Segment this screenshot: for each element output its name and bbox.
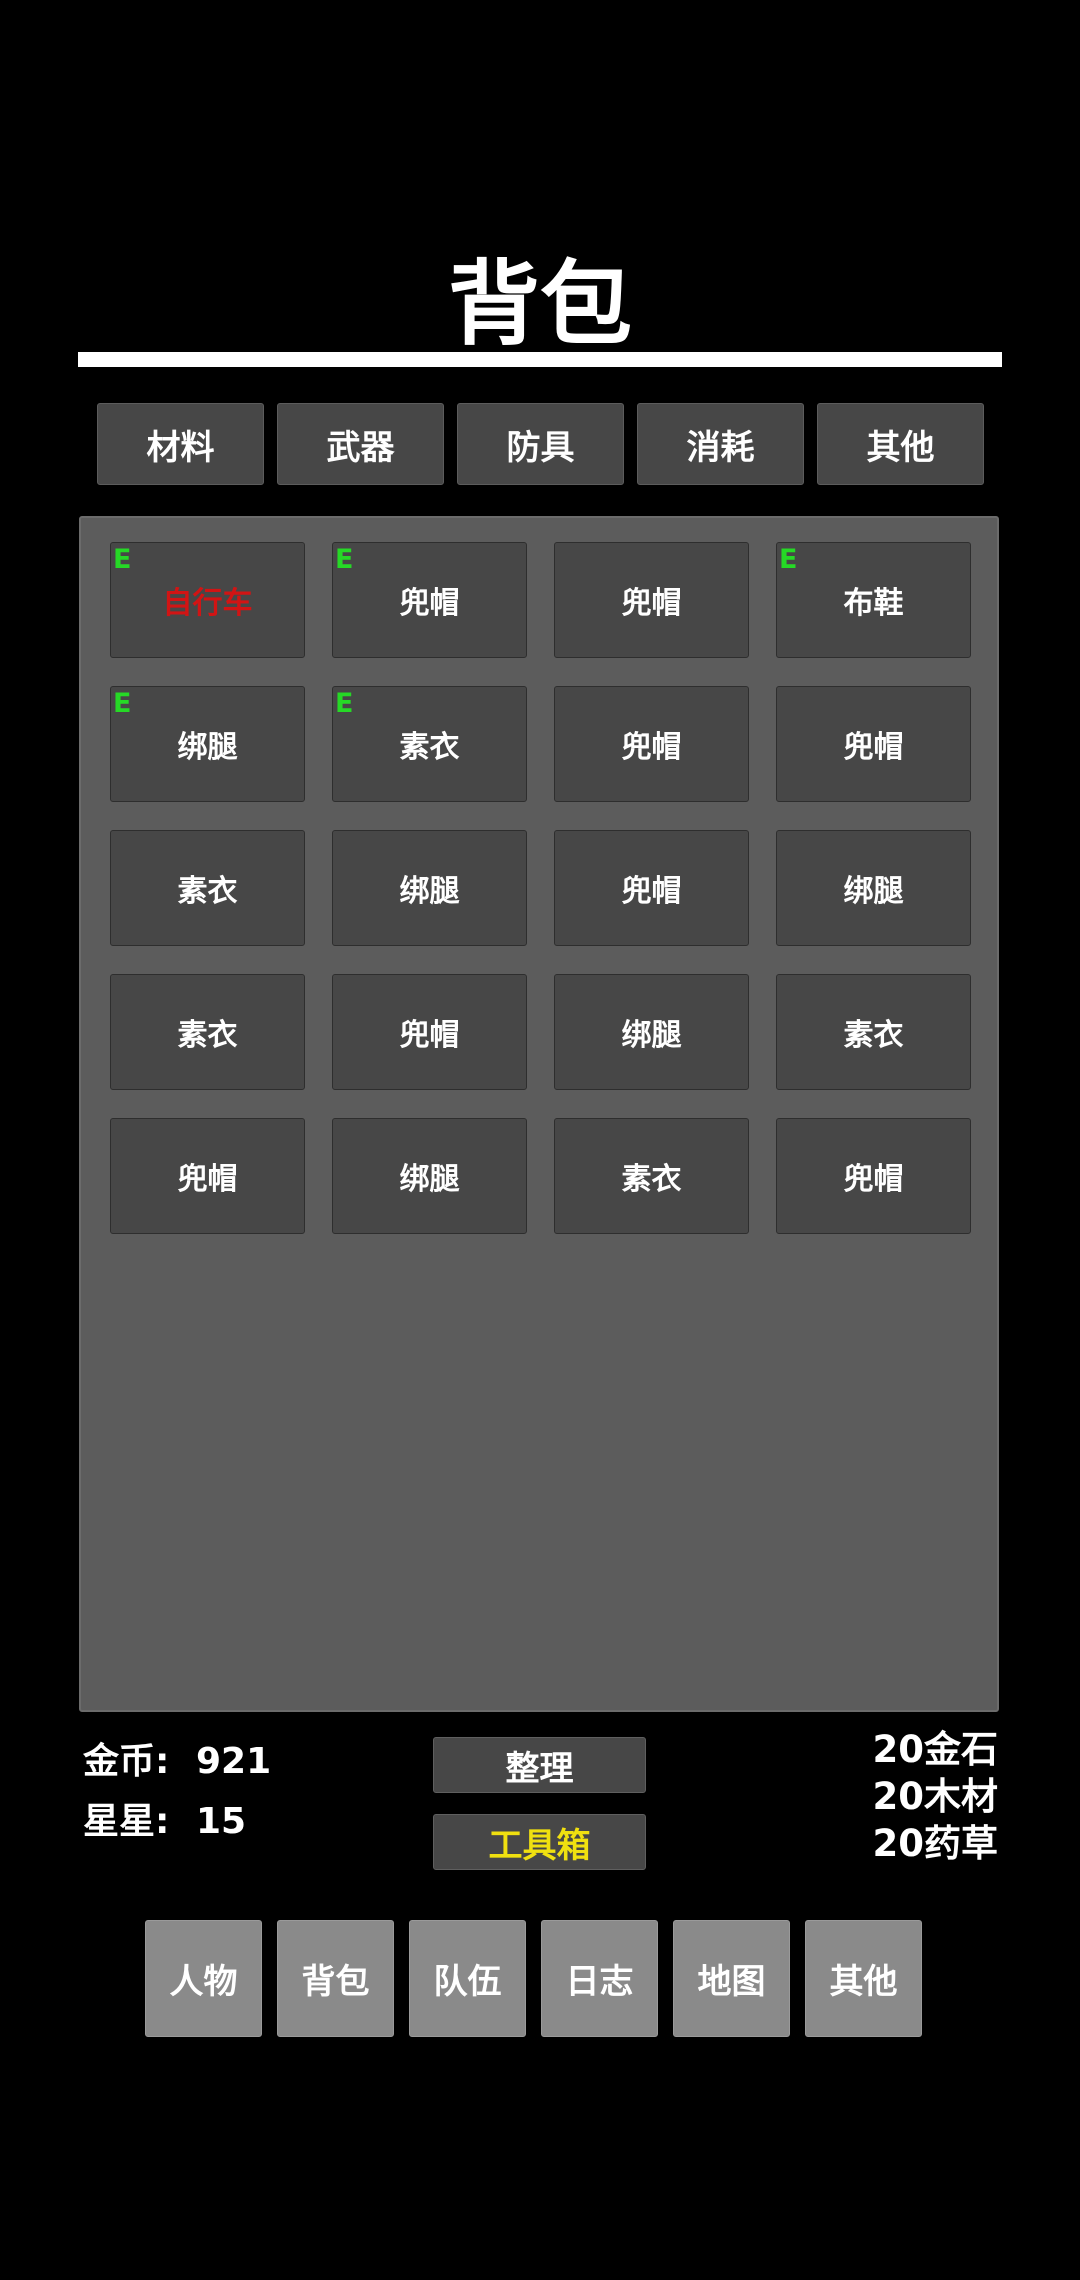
resource-gold-stone: 20金石 [872, 1728, 999, 1771]
nav-map[interactable]: 地图 [673, 1920, 790, 2037]
bottom-nav: 人物 背包 队伍 日志 地图 其他 [145, 1920, 935, 2038]
equipped-marker: E [113, 544, 132, 575]
inventory-slot[interactable]: E 绑腿 [110, 686, 305, 802]
item-name: 兜帽 [843, 1162, 904, 1197]
equipped-marker: E [335, 544, 354, 575]
inventory-panel: E 自行车 E 兜帽 兜帽 E 布鞋 E 绑腿 E 素衣 兜帽 兜帽 素衣 绑腿 兜帽 绑腿 素衣 兜帽 绑腿 素衣 兜帽… [79, 516, 999, 1712]
inventory-slot[interactable]: 绑腿 [776, 830, 971, 946]
item-name: 兜帽 [399, 586, 460, 621]
inventory-slot[interactable]: 素衣 [776, 974, 971, 1090]
item-name: 兜帽 [399, 1018, 460, 1053]
inventory-slot[interactable]: 兜帽 [554, 686, 749, 802]
inventory-slot[interactable]: 兜帽 [110, 1118, 305, 1234]
resource-wood: 20木材 [872, 1775, 999, 1818]
inventory-slot[interactable]: E 兜帽 [332, 542, 527, 658]
toolbox-button[interactable]: 工具箱 [433, 1814, 646, 1870]
inventory-slot[interactable]: 素衣 [110, 974, 305, 1090]
equipped-marker: E [335, 688, 354, 719]
inventory-slot[interactable]: 绑腿 [332, 1118, 527, 1234]
item-name: 素衣 [177, 874, 238, 909]
inventory-slot[interactable]: E 自行车 [110, 542, 305, 658]
stars-stat: 星星: 15 [83, 1792, 246, 1844]
tab-weapons[interactable]: 武器 [277, 403, 444, 485]
item-name: 自行车 [162, 586, 253, 621]
item-name: 绑腿 [843, 874, 904, 909]
nav-log[interactable]: 日志 [541, 1920, 658, 2037]
sort-button[interactable]: 整理 [433, 1737, 646, 1793]
item-name: 兜帽 [621, 730, 682, 765]
equipped-marker: E [113, 688, 132, 719]
inventory-slot[interactable]: E 布鞋 [776, 542, 971, 658]
item-name: 素衣 [177, 1018, 238, 1053]
item-name: 兜帽 [177, 1162, 238, 1197]
nav-backpack[interactable]: 背包 [277, 1920, 394, 2037]
item-name: 绑腿 [399, 1162, 460, 1197]
resource-list: 20金石 20木材 20药草 [873, 1726, 999, 1867]
inventory-slot[interactable]: 兜帽 [554, 830, 749, 946]
tab-materials[interactable]: 材料 [97, 403, 264, 485]
gold-stat: 金币: 921 [83, 1732, 271, 1784]
stars-label: 星星: [83, 1801, 170, 1842]
item-name: 兜帽 [621, 874, 682, 909]
tab-consumables[interactable]: 消耗 [637, 403, 804, 485]
item-name: 素衣 [399, 730, 460, 765]
resource-herb: 20药草 [872, 1822, 999, 1865]
page-title: 背包 [447, 250, 632, 358]
gold-value: 921 [196, 1741, 272, 1782]
inventory-slot[interactable]: 绑腿 [332, 830, 527, 946]
nav-other[interactable]: 其他 [805, 1920, 922, 2037]
item-name: 兜帽 [843, 730, 904, 765]
item-name: 素衣 [843, 1018, 904, 1053]
stars-value: 15 [196, 1801, 247, 1842]
item-name: 绑腿 [621, 1018, 682, 1053]
inventory-slot[interactable]: E 素衣 [332, 686, 527, 802]
category-tabs: 材料 武器 防具 消耗 其他 [97, 403, 984, 485]
item-name: 绑腿 [177, 730, 238, 765]
tab-armor[interactable]: 防具 [457, 403, 624, 485]
equipped-marker: E [779, 544, 798, 575]
nav-team[interactable]: 队伍 [409, 1920, 526, 2037]
nav-character[interactable]: 人物 [145, 1920, 262, 2037]
item-name: 兜帽 [621, 586, 682, 621]
item-name: 绑腿 [399, 874, 460, 909]
inventory-slot[interactable]: 绑腿 [554, 974, 749, 1090]
inventory-slot[interactable]: 兜帽 [776, 686, 971, 802]
inventory-slot[interactable]: 兜帽 [776, 1118, 971, 1234]
inventory-slot[interactable]: 素衣 [554, 1118, 749, 1234]
inventory-slot[interactable]: 兜帽 [332, 974, 527, 1090]
inventory-slot[interactable]: 兜帽 [554, 542, 749, 658]
gold-label: 金币: [83, 1741, 170, 1782]
inventory-slot[interactable]: 素衣 [110, 830, 305, 946]
title-divider [78, 352, 1002, 367]
item-name: 布鞋 [843, 586, 904, 621]
tab-other[interactable]: 其他 [817, 403, 984, 485]
item-name: 素衣 [621, 1162, 682, 1197]
